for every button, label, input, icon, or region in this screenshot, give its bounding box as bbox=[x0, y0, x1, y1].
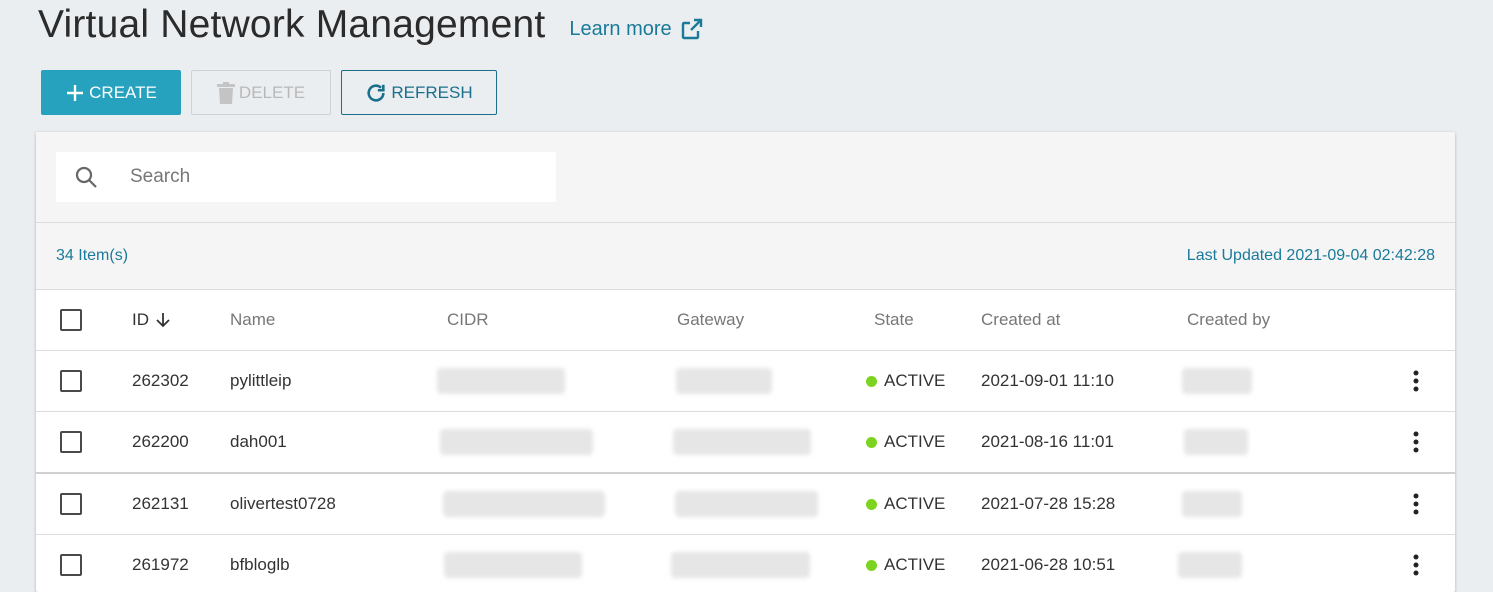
row-id: 262200 bbox=[132, 432, 189, 451]
search-area bbox=[36, 132, 1455, 223]
arrow-down-icon bbox=[155, 312, 171, 328]
row-name: olivertest0728 bbox=[230, 494, 336, 513]
row-id: 262131 bbox=[132, 494, 189, 513]
row-name: bfbloglb bbox=[230, 555, 290, 574]
row-state: ACTIVE bbox=[865, 474, 945, 534]
network-list-panel: 34 Item(s) Last Updated 2021-09-04 02:42… bbox=[36, 132, 1455, 592]
gateway-redacted bbox=[673, 429, 811, 455]
column-header-created-at[interactable]: Created at bbox=[981, 290, 1060, 350]
search-box[interactable] bbox=[56, 152, 556, 202]
table-header: ID Name CIDR Gateway State Created at Cr… bbox=[36, 290, 1455, 351]
more-vertical-icon bbox=[1413, 431, 1419, 453]
row-checkbox[interactable] bbox=[60, 431, 82, 453]
learn-more-link[interactable]: Learn more bbox=[569, 17, 703, 41]
row-state-label: ACTIVE bbox=[884, 494, 946, 513]
status-dot-icon bbox=[866, 436, 877, 448]
row-created-at: 2021-09-01 11:10 bbox=[981, 371, 1114, 390]
created-by-redacted bbox=[1178, 552, 1242, 578]
row-menu-button[interactable] bbox=[1406, 428, 1426, 456]
info-bar: 34 Item(s) Last Updated 2021-09-04 02:42… bbox=[36, 223, 1455, 290]
create-button[interactable]: CREATE bbox=[41, 70, 181, 115]
more-vertical-icon bbox=[1413, 370, 1419, 392]
row-created-at: 2021-06-28 10:51 bbox=[981, 555, 1116, 574]
trash-icon bbox=[216, 81, 235, 104]
page-header: Virtual Network Management Learn more bbox=[38, 0, 704, 50]
last-updated: Last Updated 2021-09-04 02:42:28 bbox=[1186, 247, 1435, 264]
item-count: 34 Item(s) bbox=[56, 247, 129, 264]
delete-button[interactable]: DELETE bbox=[191, 70, 331, 115]
row-menu-button[interactable] bbox=[1406, 551, 1426, 579]
row-created-at: 2021-07-28 15:28 bbox=[981, 494, 1116, 513]
refresh-icon bbox=[365, 82, 387, 104]
column-header-name[interactable]: Name bbox=[230, 290, 275, 350]
row-state: ACTIVE bbox=[865, 535, 945, 592]
refresh-button[interactable]: REFRESH bbox=[341, 70, 497, 115]
row-name: dah001 bbox=[230, 432, 287, 451]
column-id-label: ID bbox=[132, 310, 149, 329]
row-checkbox[interactable] bbox=[60, 370, 82, 392]
toolbar: CREATE DELETE REFRESH bbox=[41, 70, 497, 115]
row-menu-button[interactable] bbox=[1406, 367, 1426, 395]
delete-button-label: DELETE bbox=[238, 82, 306, 102]
gateway-redacted bbox=[675, 491, 818, 517]
status-dot-icon bbox=[866, 375, 877, 387]
plus-icon bbox=[65, 83, 85, 103]
row-state: ACTIVE bbox=[865, 351, 945, 411]
cidr-redacted bbox=[437, 368, 565, 394]
refresh-button-label: REFRESH bbox=[391, 82, 473, 102]
more-vertical-icon bbox=[1413, 554, 1419, 576]
external-link-icon bbox=[680, 17, 704, 41]
cidr-redacted bbox=[443, 491, 605, 517]
row-menu-button[interactable] bbox=[1406, 490, 1426, 518]
row-name: pylittleip bbox=[230, 371, 292, 390]
row-state-label: ACTIVE bbox=[884, 555, 946, 574]
table-row[interactable]: 262200 dah001 ACTIVE 2021-08-16 11:01 bbox=[36, 412, 1455, 474]
column-header-cidr[interactable]: CIDR bbox=[447, 290, 489, 350]
created-by-redacted bbox=[1182, 491, 1242, 517]
learn-more-label: Learn more bbox=[569, 17, 672, 40]
column-header-id[interactable]: ID bbox=[132, 290, 171, 350]
row-state: ACTIVE bbox=[865, 412, 945, 472]
row-checkbox[interactable] bbox=[60, 493, 82, 515]
row-created-at: 2021-08-16 11:01 bbox=[981, 432, 1114, 451]
column-header-state[interactable]: State bbox=[874, 290, 914, 350]
gateway-redacted bbox=[671, 552, 810, 578]
select-all-checkbox[interactable] bbox=[60, 309, 82, 331]
cidr-redacted bbox=[444, 552, 582, 578]
table-row[interactable]: 262302 pylittleip ACTIVE 2021-09-01 11:1… bbox=[36, 351, 1455, 412]
more-vertical-icon bbox=[1413, 493, 1419, 515]
gateway-redacted bbox=[676, 368, 772, 394]
row-id: 262302 bbox=[132, 371, 189, 390]
table-row[interactable]: 262131 olivertest0728 ACTIVE 2021-07-28 … bbox=[36, 474, 1455, 535]
column-header-gateway[interactable]: Gateway bbox=[677, 290, 744, 350]
created-by-redacted bbox=[1184, 429, 1248, 455]
cidr-redacted bbox=[440, 429, 593, 455]
column-header-created-by[interactable]: Created by bbox=[1187, 290, 1270, 350]
row-state-label: ACTIVE bbox=[884, 432, 946, 451]
created-by-redacted bbox=[1182, 368, 1252, 394]
search-icon bbox=[74, 165, 98, 189]
page-title: Virtual Network Management bbox=[38, 3, 546, 46]
table-row[interactable]: 261972 bfbloglb ACTIVE 2021-06-28 10:51 bbox=[36, 535, 1455, 592]
row-state-label: ACTIVE bbox=[884, 371, 946, 390]
create-button-label: CREATE bbox=[89, 82, 157, 102]
status-dot-icon bbox=[866, 498, 877, 510]
status-dot-icon bbox=[866, 559, 877, 571]
row-id: 261972 bbox=[132, 555, 189, 574]
row-checkbox[interactable] bbox=[60, 554, 82, 576]
search-input[interactable] bbox=[128, 165, 532, 189]
